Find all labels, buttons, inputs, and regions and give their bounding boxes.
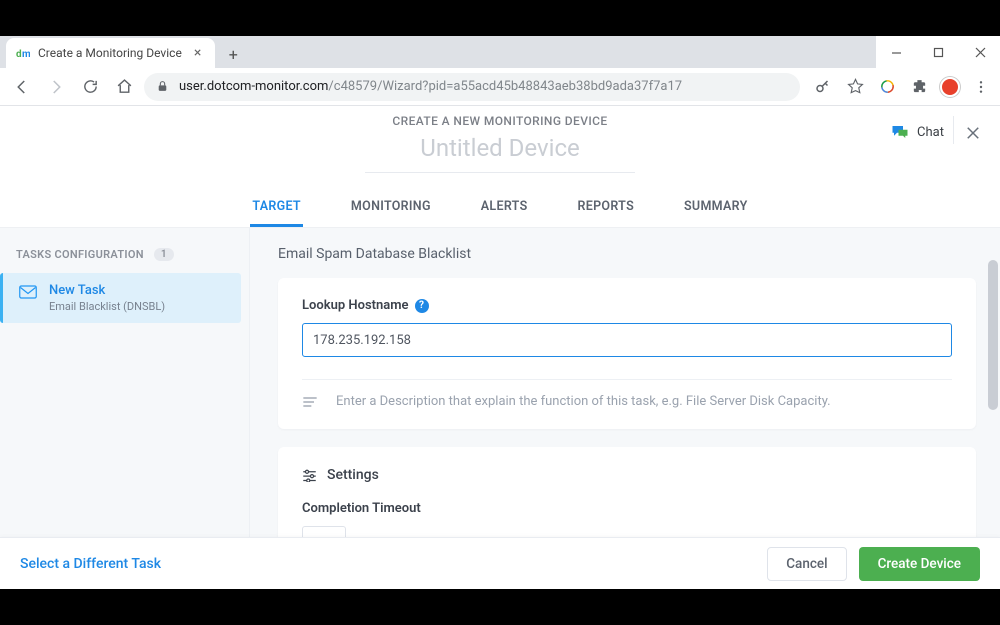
favicon-icon: dm: [16, 46, 30, 60]
cancel-button[interactable]: Cancel: [767, 547, 846, 581]
chat-icon: [891, 124, 909, 140]
tab-reports[interactable]: REPORTS: [576, 191, 637, 227]
create-device-button[interactable]: Create Device: [859, 547, 980, 581]
tab-summary[interactable]: SUMMARY: [682, 191, 750, 227]
main-panel: Email Spam Database Blacklist Lookup Hos…: [250, 228, 1000, 571]
sidebar-count-badge: 1: [154, 248, 174, 261]
scrollbar-thumb[interactable]: [988, 260, 998, 410]
task-text: New Task Email Blacklist (DNSBL): [49, 283, 165, 313]
circle-icon[interactable]: [876, 76, 898, 98]
lookup-hostname-input[interactable]: [302, 323, 952, 357]
home-button[interactable]: [110, 73, 138, 101]
tab-monitoring[interactable]: MONITORING: [349, 191, 433, 227]
sidebar: TASKS CONFIGURATION 1 New Task Email Bla…: [0, 228, 250, 571]
address-bar: user.dotcom-monitor.com/c48579/Wizard?pi…: [0, 68, 1000, 106]
chat-button[interactable]: Chat: [891, 124, 944, 140]
close-panel-button[interactable]: [964, 124, 982, 142]
description-row[interactable]: Enter a Description that explain the fun…: [302, 394, 952, 409]
divider: [302, 379, 952, 380]
description-placeholder: Enter a Description that explain the fun…: [336, 394, 831, 409]
page-header: CREATE A NEW MONITORING DEVICE Untitled …: [0, 106, 1000, 173]
help-icon[interactable]: ?: [415, 299, 429, 313]
tab-strip: dm Create a Monitoring Device × +: [0, 36, 1000, 68]
wizard-tabs: TARGET MONITORING ALERTS REPORTS SUMMARY: [0, 191, 1000, 228]
settings-heading: Settings: [302, 467, 952, 483]
lookup-label-row: Lookup Hostname ?: [302, 298, 952, 313]
window-controls: [876, 36, 1000, 68]
eyebrow: CREATE A NEW MONITORING DEVICE: [0, 114, 1000, 128]
new-tab-button[interactable]: +: [219, 40, 247, 68]
browser-tab[interactable]: dm Create a Monitoring Device ×: [6, 38, 215, 68]
reload-button[interactable]: [76, 73, 104, 101]
close-tab-icon[interactable]: ×: [190, 45, 205, 61]
page: Chat CREATE A NEW MONITORING DEVICE Unti…: [0, 106, 1000, 589]
device-title[interactable]: Untitled Device: [0, 134, 1000, 162]
minimize-button[interactable]: [882, 42, 910, 62]
sidebar-heading: TASKS CONFIGURATION 1: [0, 240, 249, 269]
lookup-card: Lookup Hostname ? Enter a Description th…: [278, 278, 976, 429]
envelope-icon: [19, 285, 37, 299]
letterbox-top: [0, 0, 1000, 36]
wizard-body: TASKS CONFIGURATION 1 New Task Email Bla…: [0, 228, 1000, 571]
tab-target[interactable]: TARGET: [250, 191, 303, 227]
toolbar-right: [806, 76, 992, 98]
sidebar-task-item[interactable]: New Task Email Blacklist (DNSBL): [0, 273, 241, 323]
task-subtitle: Email Blacklist (DNSBL): [49, 300, 165, 313]
sliders-icon: [302, 469, 317, 482]
section-title: Email Spam Database Blacklist: [278, 246, 976, 262]
forward-button[interactable]: [42, 73, 70, 101]
notes-icon: [302, 396, 318, 408]
omnibox[interactable]: user.dotcom-monitor.com/c48579/Wizard?pi…: [144, 73, 800, 101]
title-underline: [365, 172, 635, 173]
extensions-icon[interactable]: [908, 76, 930, 98]
browser-window: dm Create a Monitoring Device × +: [0, 36, 1000, 589]
url-text: user.dotcom-monitor.com/c48579/Wizard?pi…: [179, 79, 682, 94]
tab-alerts[interactable]: ALERTS: [479, 191, 530, 227]
back-button[interactable]: [8, 73, 36, 101]
lock-icon: [156, 80, 169, 93]
settings-label: Settings: [327, 467, 379, 483]
select-different-link[interactable]: Select a Different Task: [20, 556, 161, 572]
key-icon[interactable]: [812, 76, 834, 98]
star-icon[interactable]: [844, 76, 866, 98]
profile-avatar[interactable]: [940, 77, 960, 97]
letterbox-bottom: [0, 589, 1000, 625]
chat-label: Chat: [917, 125, 944, 140]
close-window-button[interactable]: [966, 42, 994, 62]
maximize-button[interactable]: [924, 42, 952, 62]
timeout-label: Completion Timeout: [302, 501, 952, 516]
svg-text:m: m: [22, 49, 30, 60]
task-title: New Task: [49, 283, 165, 298]
footer: Select a Different Task Cancel Create De…: [0, 537, 1000, 589]
sidebar-heading-text: TASKS CONFIGURATION: [16, 248, 144, 261]
tab-title: Create a Monitoring Device: [38, 46, 182, 60]
lookup-label: Lookup Hostname: [302, 298, 409, 313]
kebab-menu-icon[interactable]: [970, 76, 992, 98]
